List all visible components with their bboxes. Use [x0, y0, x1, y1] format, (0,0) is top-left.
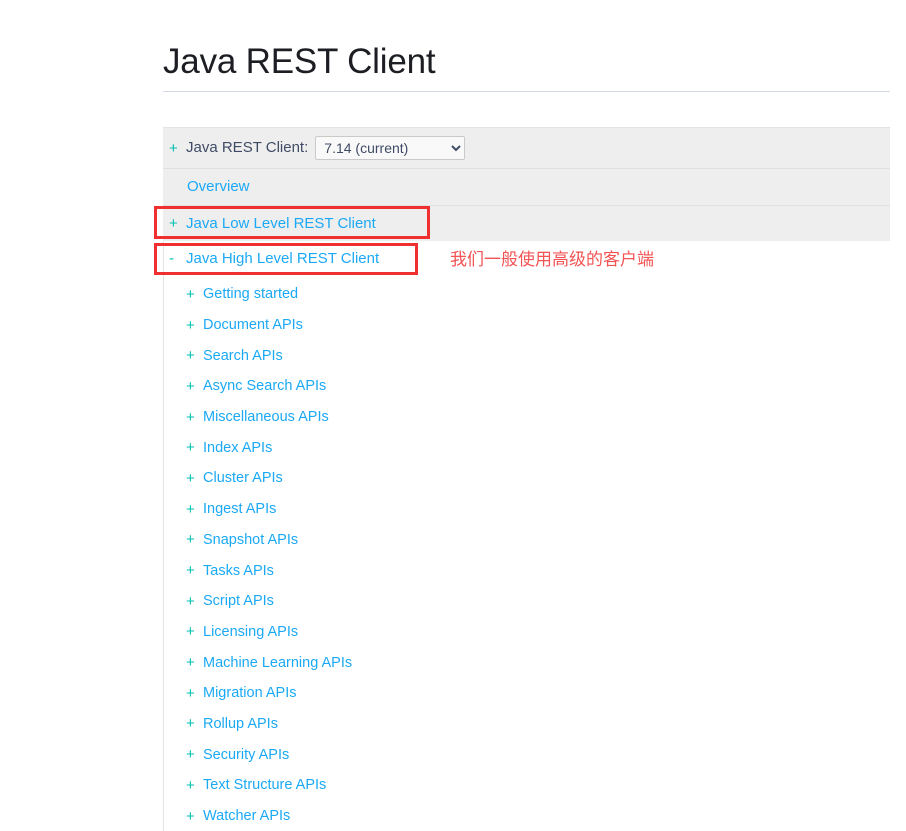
list-item[interactable]: + Ingest APIs	[164, 493, 890, 525]
toc-link-tasks-apis[interactable]: Tasks APIs	[203, 561, 274, 581]
list-item[interactable]: + Watcher APIs	[164, 800, 890, 831]
toc-link-ingest-apis[interactable]: Ingest APIs	[203, 499, 276, 519]
toc-table: + Java REST Client: 7.14 (current) Overv…	[163, 127, 890, 242]
plus-icon[interactable]: +	[186, 502, 200, 517]
page-title: Java REST Client	[163, 42, 436, 82]
toc-link-getting-started[interactable]: Getting started	[203, 284, 298, 304]
annotation-note: 我们一般使用高级的客户端	[450, 250, 654, 270]
toc-expanded-section: - Java High Level REST Client + Getting …	[163, 241, 890, 831]
list-item[interactable]: + Text Structure APIs	[164, 770, 890, 801]
plus-icon[interactable]: +	[186, 716, 200, 731]
toc-link-java-low-level-rest-client[interactable]: Java Low Level REST Client	[186, 214, 376, 234]
toc-link-rollup-apis[interactable]: Rollup APIs	[203, 714, 278, 734]
list-item[interactable]: + Tasks APIs	[164, 555, 890, 586]
plus-icon[interactable]: +	[186, 655, 200, 670]
list-item[interactable]: + Miscellaneous APIs	[164, 401, 890, 433]
plus-icon[interactable]: +	[186, 747, 200, 762]
toc-link-async-search-apis[interactable]: Async Search APIs	[203, 376, 326, 396]
toc-sub-list: + Getting started + Document APIs + Sear…	[164, 276, 890, 831]
list-item[interactable]: + Rollup APIs	[164, 708, 890, 740]
toc-link-overview[interactable]: Overview	[187, 177, 250, 197]
toc-link-document-apis[interactable]: Document APIs	[203, 315, 303, 335]
minus-icon[interactable]: -	[169, 251, 183, 266]
plus-icon[interactable]: +	[169, 216, 183, 231]
plus-icon[interactable]: +	[186, 532, 200, 547]
toc-link-miscellaneous-apis[interactable]: Miscellaneous APIs	[203, 407, 329, 427]
plus-icon[interactable]: +	[186, 594, 200, 609]
toc-link-index-apis[interactable]: Index APIs	[203, 438, 272, 458]
plus-icon[interactable]: +	[169, 141, 183, 156]
plus-icon[interactable]: +	[186, 440, 200, 455]
toc-link-licensing-apis[interactable]: Licensing APIs	[203, 622, 298, 642]
toc-link-java-high-level-rest-client[interactable]: Java High Level REST Client	[186, 249, 379, 269]
plus-icon[interactable]: +	[186, 318, 200, 333]
plus-icon[interactable]: +	[186, 348, 200, 363]
version-select[interactable]: 7.14 (current)	[315, 136, 466, 160]
toc-link-search-apis[interactable]: Search APIs	[203, 346, 283, 366]
plus-icon[interactable]: +	[186, 624, 200, 639]
list-item[interactable]: + Document APIs	[164, 309, 890, 341]
list-item[interactable]: + Index APIs	[164, 432, 890, 464]
list-item[interactable]: + Script APIs	[164, 585, 890, 617]
plus-icon[interactable]: +	[186, 778, 200, 793]
plus-icon[interactable]: +	[186, 287, 200, 302]
toc-link-watcher-apis[interactable]: Watcher APIs	[203, 806, 290, 826]
plus-icon[interactable]: +	[186, 410, 200, 425]
list-item[interactable]: + Machine Learning APIs	[164, 647, 890, 678]
list-item[interactable]: + Async Search APIs	[164, 371, 890, 402]
toc-link-cluster-apis[interactable]: Cluster APIs	[203, 468, 283, 488]
plus-icon[interactable]: +	[186, 686, 200, 701]
list-item[interactable]: + Migration APIs	[164, 677, 890, 709]
list-item[interactable]: + Cluster APIs	[164, 463, 890, 494]
list-item[interactable]: + Security APIs	[164, 739, 890, 770]
toc-row-version: + Java REST Client: 7.14 (current)	[163, 128, 890, 169]
list-item[interactable]: + Snapshot APIs	[164, 524, 890, 556]
toc-version-label: Java REST Client:	[186, 139, 309, 156]
toc-link-snapshot-apis[interactable]: Snapshot APIs	[203, 530, 298, 550]
list-item[interactable]: + Getting started	[164, 279, 890, 310]
toc-link-migration-apis[interactable]: Migration APIs	[203, 683, 297, 703]
plus-icon[interactable]: +	[186, 563, 200, 578]
plus-icon[interactable]: +	[186, 809, 200, 824]
toc-link-machine-learning-apis[interactable]: Machine Learning APIs	[203, 653, 352, 673]
toc-link-security-apis[interactable]: Security APIs	[203, 745, 289, 765]
list-item[interactable]: + Licensing APIs	[164, 616, 890, 648]
plus-icon[interactable]: +	[186, 471, 200, 486]
toc-link-script-apis[interactable]: Script APIs	[203, 591, 274, 611]
title-divider	[163, 91, 890, 92]
plus-icon[interactable]: +	[186, 379, 200, 394]
list-item[interactable]: + Search APIs	[164, 340, 890, 372]
toc-row-overview[interactable]: Overview	[163, 169, 890, 206]
toc-row-low-level[interactable]: + Java Low Level REST Client	[163, 206, 890, 242]
toc-link-text-structure-apis[interactable]: Text Structure APIs	[203, 775, 326, 795]
